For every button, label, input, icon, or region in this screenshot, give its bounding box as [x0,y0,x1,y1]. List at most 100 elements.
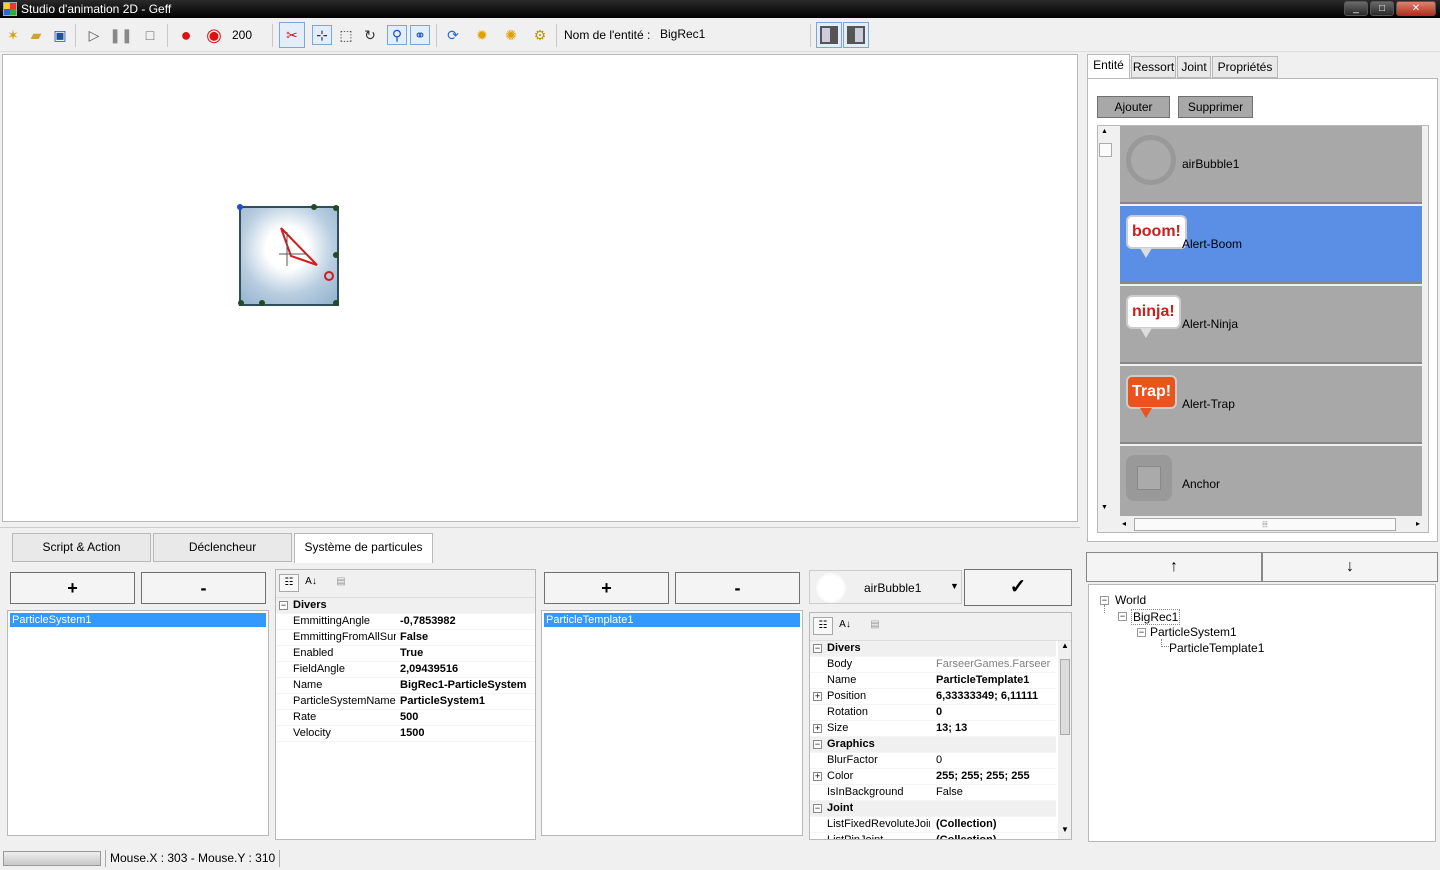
property-value[interactable]: 6,33333349; 6,11111 [936,690,1055,702]
resize-handle[interactable] [333,205,339,211]
property-value[interactable]: 500 [400,711,535,723]
select-rect-icon[interactable]: ⬚ [336,25,356,45]
resize-handle[interactable] [238,300,244,306]
expand-icon[interactable]: + [813,772,822,781]
property-row[interactable]: + Position 6,33333349; 6,11111 [810,689,1056,705]
property-value[interactable]: FarseerGames.Farseer [936,658,1055,670]
pause-icon[interactable]: ❚❚ [109,25,132,45]
scroll-thumb[interactable] [1099,143,1112,157]
particle-system-list[interactable]: ParticleSystem1 [7,610,269,836]
tab-trigger[interactable]: Déclencheur [153,533,292,562]
chevron-down-icon[interactable]: ▼ [950,581,959,591]
property-row[interactable]: ParticleSystemName ParticleSystem1 [276,694,535,710]
property-value[interactable]: BigRec1-ParticleSystem [400,679,535,691]
scroll-down-icon[interactable]: ▼ [1058,825,1071,839]
tab-particle-system[interactable]: Système de particules [294,533,433,563]
property-value[interactable]: 0 [936,706,1055,718]
property-value[interactable]: 0 [936,754,1055,766]
list-item[interactable]: ParticleTemplate1 [544,613,800,627]
scroll-down-icon[interactable]: ▼ [1101,504,1108,511]
scroll-thumb[interactable] [1060,659,1070,735]
scroll-right-icon[interactable]: ▸ [1416,519,1420,528]
property-value[interactable]: False [936,786,1055,798]
tree-node-particle-system[interactable]: ParticleSystem1 [1150,625,1237,639]
tab-joint[interactable]: Joint [1177,56,1211,78]
collapse-icon[interactable]: − [1118,612,1127,621]
property-row[interactable]: Name ParticleTemplate1 [810,673,1056,689]
resize-handle[interactable] [333,252,339,258]
spark-settings-icon[interactable]: ⚙ [530,25,550,45]
layout-right-icon[interactable] [843,22,869,48]
property-row[interactable]: FieldAngle 2,09439516 [276,662,535,678]
categorized-icon[interactable]: ☷ [279,574,299,592]
property-value[interactable]: ParticleSystem1 [400,695,535,707]
property-row[interactable]: EmmittingAngle -0,7853982 [276,614,535,630]
play-icon[interactable]: ▷ [84,25,104,45]
move-up-button[interactable]: ↑ [1086,552,1262,582]
tree-node-world[interactable]: World [1115,593,1146,607]
categorized-icon[interactable]: ☷ [813,617,833,635]
add-particle-system-button[interactable]: + [10,572,135,604]
collapse-icon[interactable]: − [813,740,822,749]
spark-add-icon[interactable]: ✺ [501,25,521,45]
scissors-icon[interactable]: ✂ [279,22,305,48]
resize-handle[interactable] [333,300,339,306]
sort-alpha-icon[interactable]: A↓ [301,574,321,592]
property-row[interactable]: BlurFactor 0 [810,753,1056,769]
property-value[interactable]: ParticleTemplate1 [936,674,1055,686]
entity-list-item[interactable]: airBubble1 [1120,126,1422,204]
property-value[interactable]: 2,09439516 [400,663,535,675]
resize-handle[interactable] [259,300,265,306]
remove-particle-system-button[interactable]: - [141,572,266,604]
property-pages-icon[interactable]: ▤ [865,617,885,635]
entity-list-item[interactable]: Trap! Alert-Trap [1120,366,1422,444]
property-value[interactable]: 1500 [400,727,535,739]
property-row[interactable]: Body FarseerGames.Farseer [810,657,1056,673]
speed-value[interactable]: 200 [232,28,252,42]
collapse-icon[interactable]: − [279,601,288,610]
property-value[interactable]: 13; 13 [936,722,1055,734]
rotate-select-icon[interactable]: ↻ [360,25,380,45]
property-row[interactable]: + Size 13; 13 [810,721,1056,737]
scroll-thumb[interactable]: ⦙⦙⦙ [1134,518,1396,531]
particle-template-list[interactable]: ParticleTemplate1 [541,610,803,836]
property-value[interactable]: (Collection) [936,818,1055,830]
collapse-icon[interactable]: − [1137,628,1146,637]
template-combobox[interactable]: airBubble1 ▼ [809,570,962,604]
pin-handle[interactable] [237,204,243,210]
scrollbar[interactable]: ▲ ▼ [1058,641,1071,839]
vertical-scrollbar[interactable]: ▲ ▼ [1098,126,1114,516]
scroll-left-icon[interactable]: ◂ [1122,519,1126,528]
open-folder-icon[interactable]: ▰ [26,25,46,45]
property-row[interactable]: Name BigRec1-ParticleSystem [276,678,535,694]
add-template-button[interactable]: + [544,572,669,604]
add-point-icon[interactable]: ⊹ [312,25,332,45]
maximize-button[interactable]: □ [1370,1,1394,16]
collapse-icon[interactable]: − [1100,596,1109,605]
scene-tree[interactable]: − World − BigRec1 − ParticleSystem1 Part… [1088,584,1436,842]
new-file-icon[interactable]: ✶ [3,25,23,45]
tab-entity[interactable]: Entité [1087,54,1130,79]
scroll-up-icon[interactable]: ▲ [1101,128,1108,135]
collapse-icon[interactable]: − [813,644,822,653]
remove-entity-button[interactable]: Supprimer [1178,96,1253,118]
property-value[interactable]: -0,7853982 [400,615,535,627]
tree-node-particle-template[interactable]: ParticleTemplate1 [1169,641,1264,655]
property-value[interactable]: True [400,647,535,659]
close-button[interactable]: ✕ [1396,1,1436,16]
resize-handle[interactable] [311,204,317,210]
move-down-button[interactable]: ↓ [1262,552,1438,582]
tab-script-action[interactable]: Script & Action [12,533,151,562]
record-icon[interactable]: ● [176,25,196,45]
property-row[interactable]: Enabled True [276,646,535,662]
link-icon[interactable]: ⚭ [410,25,430,45]
property-value[interactable]: False [400,631,535,643]
layout-left-icon[interactable] [816,22,842,48]
stop-icon[interactable]: □ [140,25,160,45]
add-entity-button[interactable]: Ajouter [1097,96,1170,118]
tree-node-bigrec1[interactable]: BigRec1 [1131,609,1181,625]
sort-alpha-icon[interactable]: A↓ [835,617,855,635]
property-row[interactable]: ListFixedRevoluteJoin (Collection) [810,817,1056,833]
property-row[interactable]: IsInBackground False [810,785,1056,801]
collapse-icon[interactable]: − [813,804,822,813]
